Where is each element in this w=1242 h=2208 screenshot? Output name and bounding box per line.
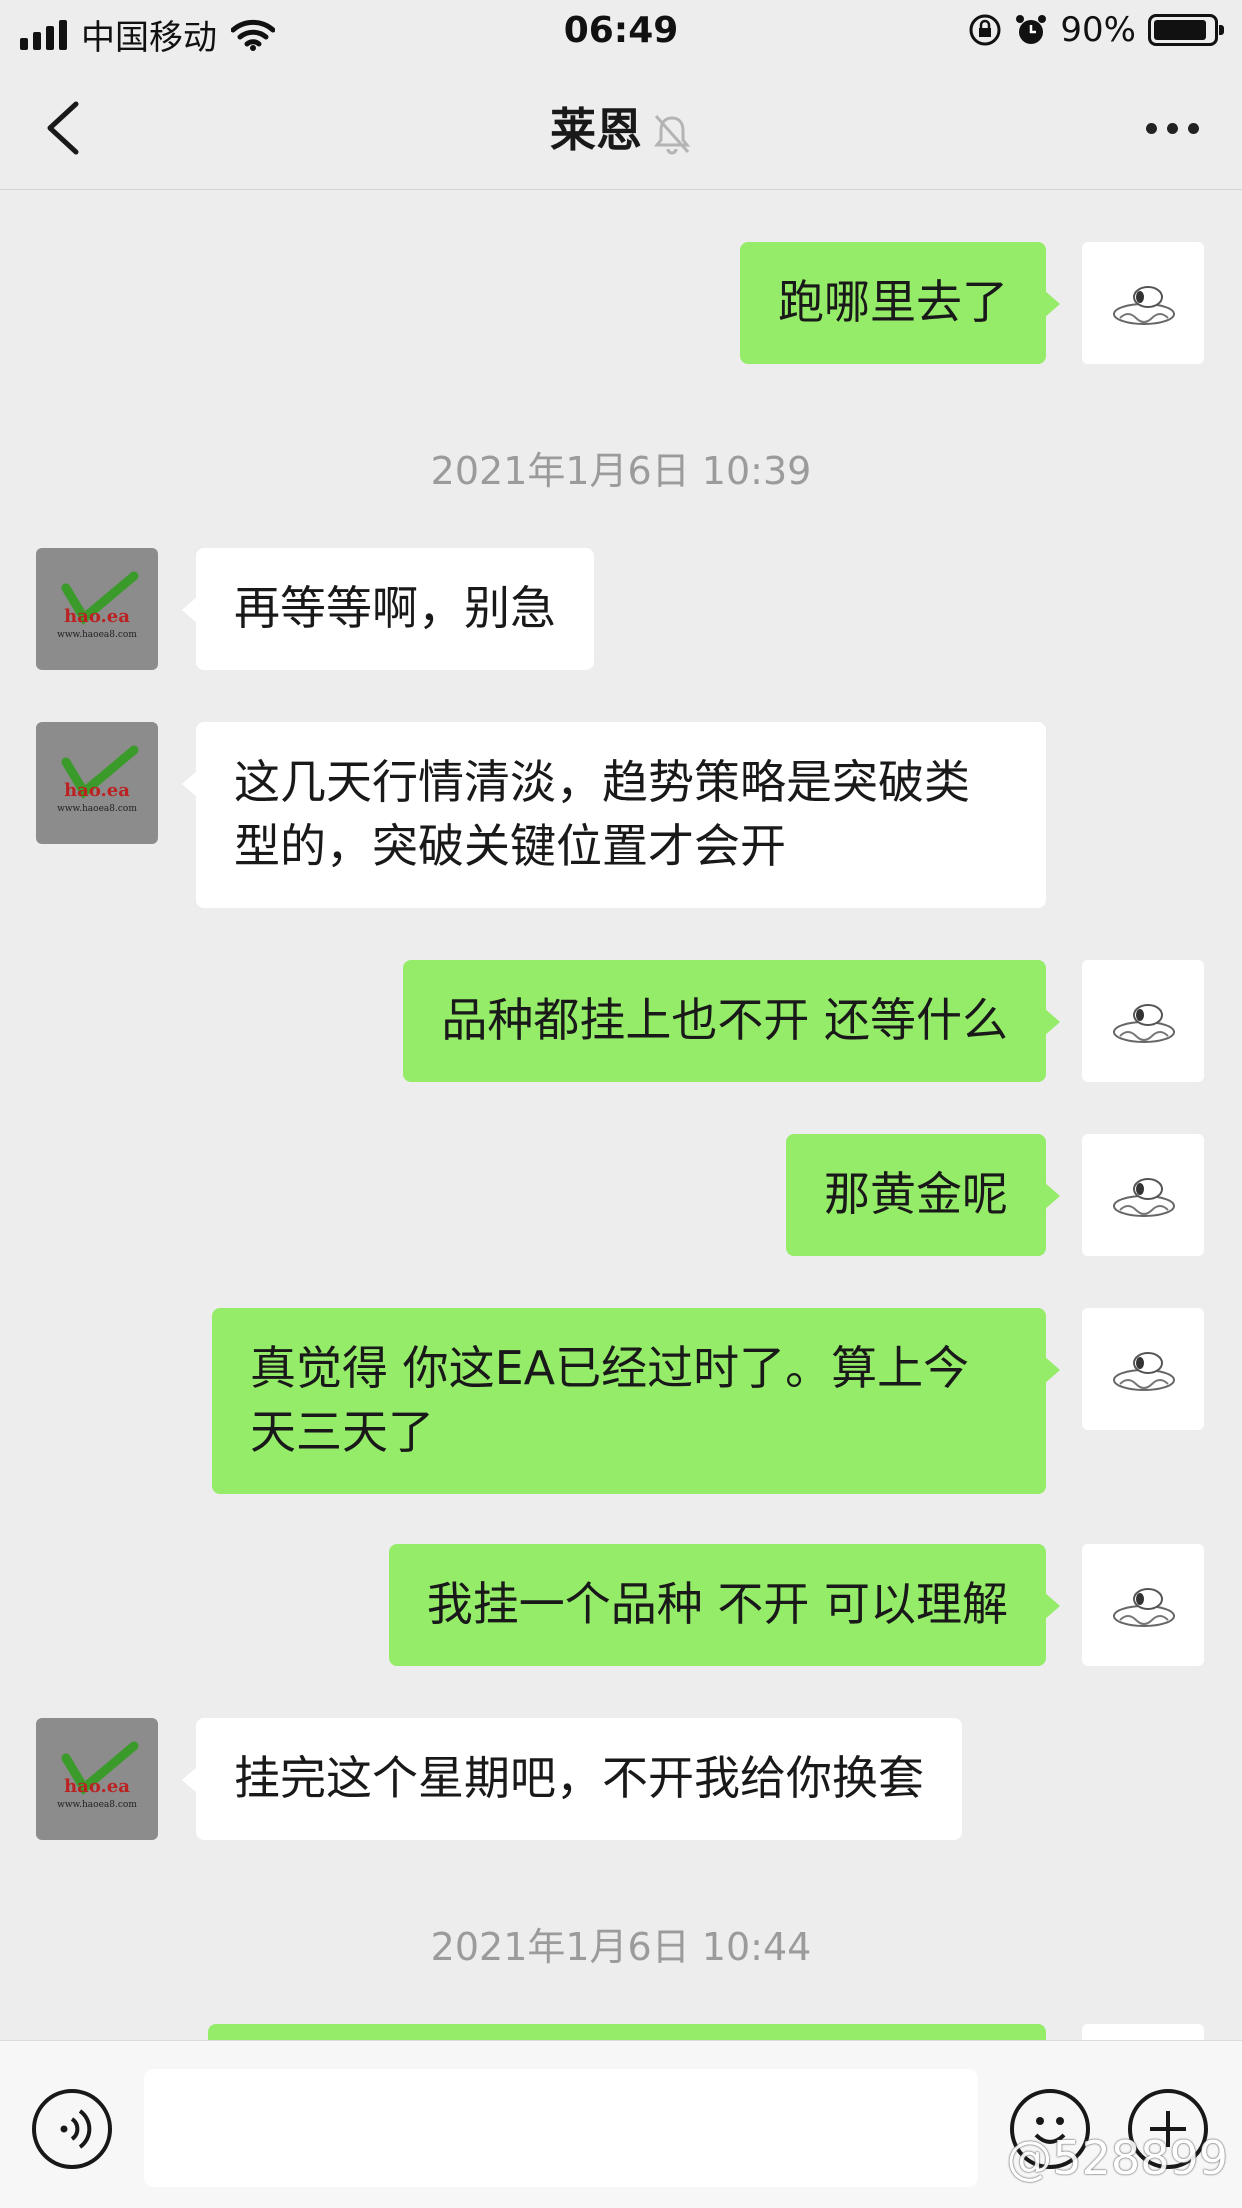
message-text: 我挂一个品种 不开 可以理解 bbox=[426, 1577, 1008, 1631]
message-bubble-outgoing[interactable]: 跑哪里去了 bbox=[740, 242, 1060, 364]
logo-url: www.haoea8.com bbox=[57, 630, 137, 640]
self-avatar[interactable] bbox=[1082, 1308, 1204, 1430]
message-bubble-outgoing-partial[interactable] bbox=[208, 2024, 1046, 2040]
snoopy-avatar-icon bbox=[1113, 286, 1175, 325]
battery-icon bbox=[1148, 14, 1224, 46]
message-bubble-incoming[interactable]: 挂完这个星期吧，不开我给你换套 bbox=[182, 1718, 962, 1840]
message-text: 再等等啊，别急 bbox=[234, 581, 556, 635]
message-text: 那黄金呢 bbox=[824, 1167, 1008, 1221]
snoopy-avatar-icon bbox=[1113, 1004, 1175, 1043]
chat-title: 莱恩 bbox=[0, 94, 1242, 160]
input-toolbar: @528899 bbox=[0, 2040, 1242, 2208]
self-avatar[interactable] bbox=[1082, 960, 1204, 1082]
voice-icon bbox=[60, 2109, 92, 2149]
self-avatar-partial[interactable] bbox=[1082, 2024, 1204, 2040]
snoopy-avatar-icon bbox=[1113, 1588, 1175, 1627]
message-bubble-outgoing[interactable]: 真觉得 你这EA已经过时了。算上今天三天了 bbox=[212, 1308, 1060, 1494]
orientation-lock-icon bbox=[969, 14, 1001, 46]
battery-fill bbox=[1154, 20, 1207, 40]
contact-avatar[interactable]: hao.ea www.haoea8.com bbox=[36, 548, 158, 670]
snoopy-avatar-icon bbox=[1113, 1178, 1175, 1217]
message-text: 这几天行情清淡，趋势策略是突破类型的，突破关键位置才会开 bbox=[234, 755, 970, 873]
message-text: 挂完这个星期吧，不开我给你换套 bbox=[234, 1751, 924, 1805]
message-bubble-outgoing[interactable]: 我挂一个品种 不开 可以理解 bbox=[388, 1544, 1061, 1666]
message-bubble-incoming[interactable]: 再等等啊，别急 bbox=[182, 548, 594, 670]
logo-url: www.haoea8.com bbox=[57, 1800, 137, 1810]
contact-avatar[interactable]: hao.ea www.haoea8.com bbox=[36, 722, 158, 844]
snoopy-avatar-icon bbox=[1113, 1352, 1175, 1391]
message-bubble-incoming[interactable]: 这几天行情清淡，趋势策略是突破类型的，突破关键位置才会开 bbox=[182, 722, 1046, 908]
status-right: 90% bbox=[968, 10, 1224, 50]
message-input[interactable] bbox=[144, 2069, 978, 2187]
status-bar: 中国移动 06:49 90% bbox=[0, 0, 1242, 64]
dot-icon bbox=[1188, 122, 1199, 134]
message-timestamp: 2021年1月6日 10:44 bbox=[430, 1925, 812, 1969]
dot-icon bbox=[1146, 122, 1157, 134]
dot-icon bbox=[1167, 122, 1178, 134]
logo-text: hao.ea bbox=[64, 780, 130, 801]
self-avatar[interactable] bbox=[1082, 242, 1204, 364]
battery-percent: 90% bbox=[1060, 10, 1136, 50]
more-options-button[interactable] bbox=[1146, 118, 1202, 138]
alarm-icon bbox=[1016, 15, 1047, 44]
watermark: @528899 bbox=[1006, 2131, 1228, 2185]
message-text: 跑哪里去了 bbox=[778, 275, 1008, 329]
message-bubble-outgoing[interactable]: 那黄金呢 bbox=[786, 1134, 1060, 1256]
message-text: 真觉得 你这EA已经过时了。算上今天三天了 bbox=[250, 1341, 970, 1459]
self-avatar[interactable] bbox=[1082, 1134, 1204, 1256]
logo-url: www.haoea8.com bbox=[57, 804, 137, 814]
voice-input-button[interactable] bbox=[32, 2089, 112, 2169]
logo-text: hao.ea bbox=[64, 1776, 130, 1797]
self-avatar[interactable] bbox=[1082, 1544, 1204, 1666]
contact-name: 莱恩 bbox=[550, 103, 642, 157]
message-timestamp: 2021年1月6日 10:39 bbox=[430, 449, 812, 493]
logo-text: hao.ea bbox=[64, 606, 130, 627]
contact-avatar[interactable]: hao.ea www.haoea8.com bbox=[36, 1718, 158, 1840]
message-text: 品种都挂上也不开 还等什么 bbox=[441, 993, 1008, 1047]
muted-bell-icon bbox=[653, 114, 691, 154]
message-bubble-outgoing[interactable]: 品种都挂上也不开 还等什么 bbox=[403, 960, 1060, 1082]
chat-header: 莱恩 bbox=[0, 64, 1242, 190]
